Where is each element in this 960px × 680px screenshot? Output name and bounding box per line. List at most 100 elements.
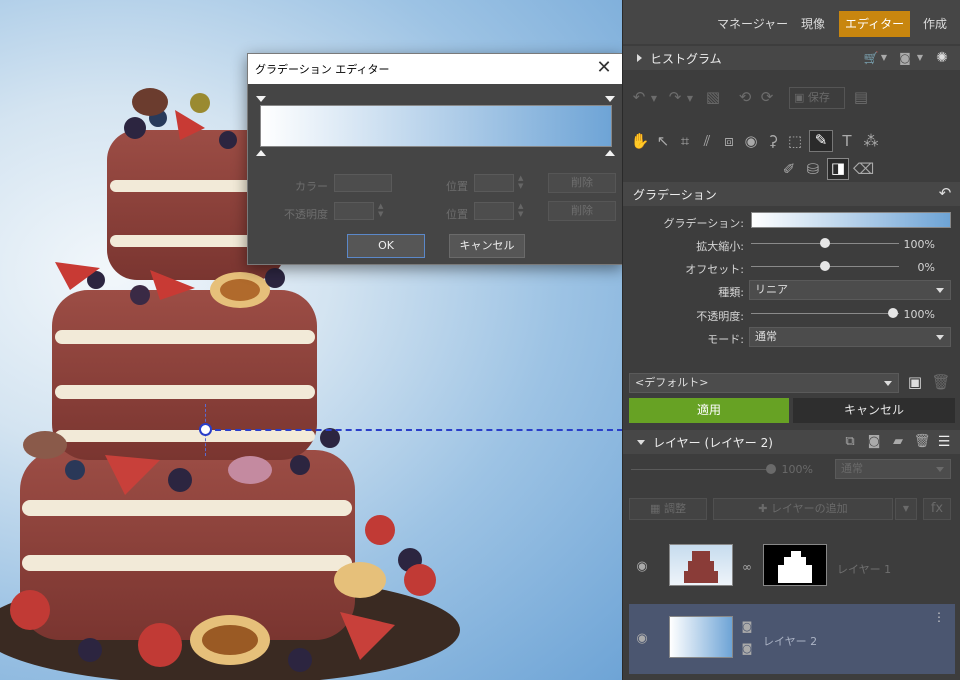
mask-icon[interactable]: ◙ (739, 640, 755, 658)
selection-tool-icon[interactable]: ⬚ (785, 132, 805, 150)
cancel-button[interactable]: キャンセル (793, 398, 955, 423)
gradient-section-header: グラデーション (623, 182, 960, 206)
rotate-right-icon[interactable]: ⟳ (757, 88, 777, 106)
ok-button[interactable]: OK (347, 234, 425, 258)
layer-blend-select[interactable]: 通常 (835, 459, 951, 479)
pointer-tool-icon[interactable]: ↖ (653, 132, 673, 150)
chevron-down-icon[interactable]: ▼ (685, 90, 695, 108)
image-icon[interactable]: ▧ (703, 88, 723, 106)
color-stop-right[interactable] (605, 150, 615, 156)
spin-arrows-icon[interactable]: ▲ ▼ (378, 202, 383, 218)
offset-slider-thumb[interactable] (820, 261, 830, 271)
fx-button[interactable]: fx (923, 498, 951, 520)
layer-row-1[interactable]: ◉ ∞ レイヤー 1 (629, 532, 955, 602)
undo-icon[interactable]: ↶ (629, 88, 649, 106)
brush-icon[interactable]: ✐ (779, 160, 799, 178)
position-label: 位置 (446, 208, 468, 221)
tab-create[interactable]: 作成 (917, 11, 953, 37)
mask-icon[interactable]: ◙ (897, 49, 913, 67)
perspective-tool-icon[interactable]: ⧈ (719, 132, 739, 150)
opacity-label: 不透明度 (284, 208, 328, 221)
layer-opacity-slider-track[interactable] (631, 469, 771, 470)
mode-select[interactable]: 通常 (749, 327, 951, 347)
mask-icon[interactable]: ◙ (739, 618, 755, 636)
rotate-left-icon[interactable]: ⟲ (735, 88, 755, 106)
chevron-down-icon[interactable]: ▼ (915, 49, 925, 67)
opacity-position-input[interactable] (474, 202, 514, 220)
color-position-input[interactable] (474, 174, 514, 192)
cake-thumbnail (684, 551, 718, 583)
layers-header[interactable]: レイヤー (レイヤー 2) (623, 430, 960, 454)
cancel-button[interactable]: キャンセル (449, 234, 525, 258)
chevron-down-icon[interactable]: ▼ (895, 498, 917, 520)
add-layer-button[interactable]: ✚ レイヤーの追加 (713, 498, 893, 520)
mask-shape (778, 551, 812, 583)
spin-arrows-icon[interactable]: ▲ ▼ (518, 202, 523, 218)
add-layer-label: レイヤーの追加 (771, 502, 848, 515)
module-tabs: マネージャー 現像 エディター 作成 (623, 0, 960, 44)
expand-icon (637, 54, 642, 62)
crop-tool-icon[interactable]: ⌗ (675, 132, 695, 150)
eye-icon[interactable]: ◉ (633, 558, 651, 576)
text-tool-icon[interactable]: T (837, 132, 857, 150)
layer-row-2[interactable]: ◉ ◙ ◙ レイヤー 2 ⋮ (629, 604, 955, 674)
tab-develop[interactable]: 現像 (795, 11, 831, 37)
save-icon: ▣ (794, 91, 805, 104)
tab-editor[interactable]: エディター (839, 11, 911, 37)
gradient-preview-swatch[interactable] (751, 212, 951, 228)
chevron-down-icon[interactable]: ▼ (879, 49, 889, 67)
gear-icon[interactable]: ✺ (933, 49, 951, 67)
offset-label: オフセット: (685, 263, 744, 276)
hand-tool-icon[interactable]: ✋ (629, 132, 651, 150)
straighten-tool-icon[interactable]: ⫽ (697, 132, 717, 150)
position-label: 位置 (446, 180, 468, 193)
mask-icon[interactable]: ◙ (865, 433, 883, 451)
gradient-guide-line[interactable] (205, 429, 622, 431)
trash-icon[interactable]: 🗑 (931, 373, 951, 391)
link-icon[interactable]: ∞ (737, 558, 757, 576)
cart-icon[interactable]: 🛒 (863, 49, 879, 67)
zoom-slider-thumb[interactable] (820, 238, 830, 248)
spin-arrows-icon[interactable]: ▲ ▼ (518, 174, 523, 190)
apply-button[interactable]: 適用 (629, 398, 789, 423)
menu-icon[interactable]: ☰ (935, 433, 953, 451)
trash-icon[interactable]: 🗑 (913, 433, 931, 451)
save-label: 保存 (807, 91, 830, 104)
opacity-input[interactable] (334, 202, 374, 220)
redeye-tool-icon[interactable]: ◉ (741, 132, 761, 150)
redo-icon[interactable]: ↷ (665, 88, 685, 106)
color-stop-left[interactable] (256, 150, 266, 156)
save-button[interactable]: ▣ 保存 (789, 87, 845, 109)
plus-icon: ✚ (758, 502, 768, 515)
delete-color-stop-button[interactable]: 削除 (548, 173, 616, 193)
type-select[interactable]: リニア (749, 280, 951, 300)
type-label: 種類: (718, 286, 744, 299)
opacity-stop-left[interactable] (256, 96, 266, 102)
brush-mask-tool-icon[interactable]: ✎ (809, 130, 833, 152)
color-swatch[interactable] (334, 174, 392, 192)
opacity-slider-track[interactable] (751, 313, 899, 314)
close-icon[interactable]: ✕ (594, 59, 614, 79)
chevron-down-icon[interactable]: ▼ (649, 90, 659, 108)
gradient-preview-bar[interactable] (260, 105, 612, 147)
eraser-icon[interactable]: ⌫ (853, 160, 874, 178)
save-as-icon[interactable]: ▤ (851, 88, 871, 106)
more-vertical-icon[interactable]: ⋮ (933, 608, 945, 626)
save-preset-icon[interactable]: ▣ (905, 373, 925, 391)
clone-tool-icon[interactable]: ⚳ (763, 132, 783, 150)
gradient-tool-icon[interactable]: ◨ (827, 158, 849, 180)
collapse-icon (637, 439, 645, 445)
tab-manager[interactable]: マネージャー (711, 11, 794, 37)
opacity-stop-right[interactable] (605, 96, 615, 102)
gradient-start-handle[interactable] (199, 423, 212, 436)
preset-select[interactable]: <デフォルト> (629, 373, 899, 393)
folder-icon[interactable]: ▰ (889, 433, 907, 451)
effects-tool-icon[interactable]: ⁂ (861, 132, 881, 150)
eye-icon[interactable]: ◉ (633, 630, 651, 648)
back-arrow-icon[interactable]: ↶ (935, 184, 955, 202)
dialog-titlebar[interactable]: グラデーション エディター (248, 54, 622, 84)
delete-opacity-stop-button[interactable]: 削除 (548, 201, 616, 221)
adjust-button[interactable]: ▦ 調整 (629, 498, 707, 520)
bucket-icon[interactable]: ⛁ (803, 160, 823, 178)
duplicate-layer-icon[interactable]: ⧉ (841, 433, 859, 451)
